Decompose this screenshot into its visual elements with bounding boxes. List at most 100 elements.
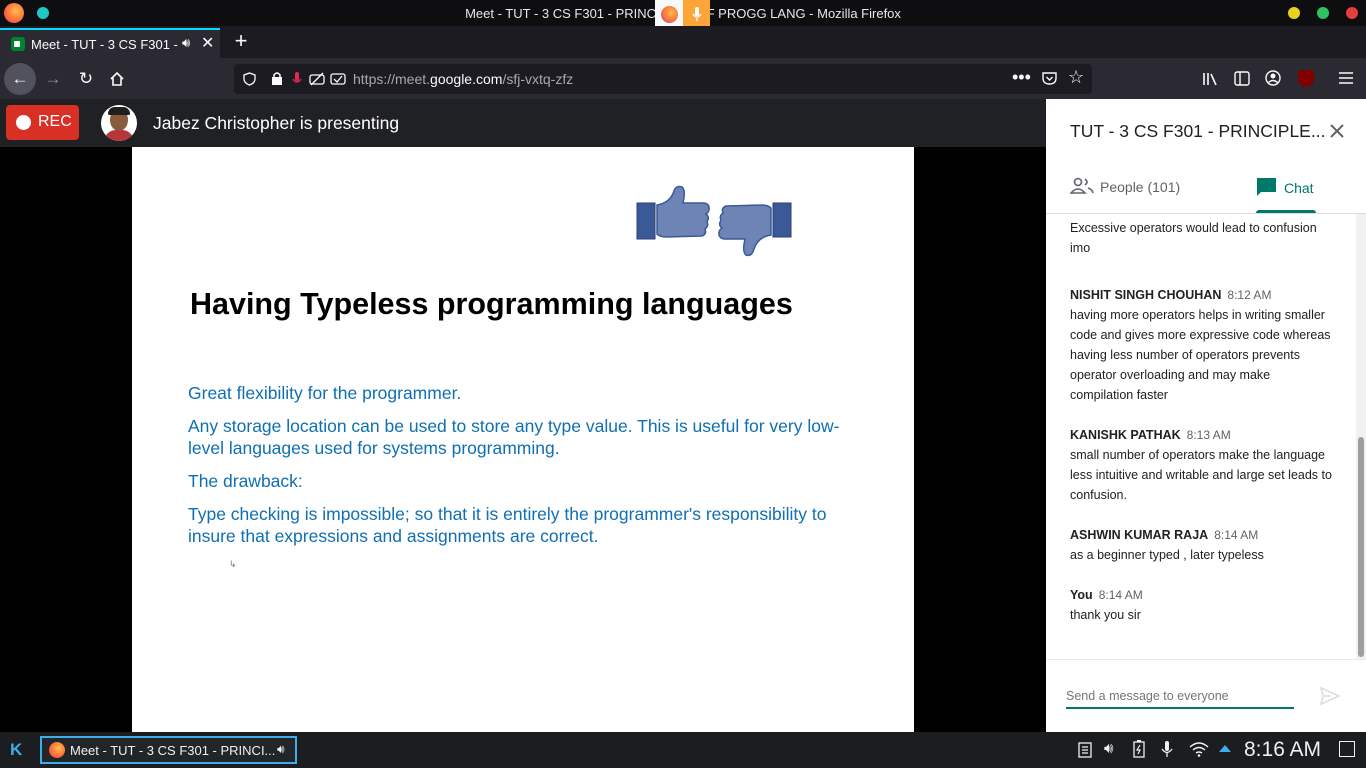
tab-chat-label: Chat (1284, 180, 1314, 196)
tray-expand-icon[interactable] (1219, 745, 1231, 752)
stage-left-margin (0, 147, 132, 732)
stage-right-margin (914, 147, 1046, 732)
task-label: Meet - TUT - 3 CS F301 - PRINCI... (70, 743, 276, 758)
lock-icon[interactable] (271, 71, 283, 86)
tab-people[interactable]: People (101) (1070, 177, 1180, 213)
close-panel-button[interactable] (1327, 121, 1347, 141)
message-sender: KANISHK PATHAK (1070, 428, 1181, 442)
mic-permission-icon[interactable] (291, 71, 303, 87)
reload-button[interactable]: ↻ (72, 65, 100, 93)
recording-badge[interactable]: REC (6, 105, 79, 140)
sidebar-icon[interactable] (1234, 71, 1250, 86)
arrow-left-icon: ← (11, 69, 29, 88)
microphone-tray-icon[interactable] (1161, 740, 1173, 758)
pocket-icon[interactable] (1042, 71, 1057, 86)
shield-icon[interactable] (243, 72, 256, 86)
home-button[interactable] (103, 65, 131, 93)
url-prefix: https://meet. (353, 71, 431, 87)
url-path: /sfj-vxtq-zfz (502, 71, 574, 87)
tab-title: Meet - TUT - 3 CS F301 - (31, 37, 178, 52)
chat-icon (1257, 178, 1276, 196)
nav-bar: ← → ↻ https://meet.google.com/sfj-vxtq-z… (0, 58, 1366, 99)
clock[interactable]: 8:16 AM (1244, 738, 1321, 762)
chat-message: You 8:14 AM thank you sir (1046, 585, 1356, 625)
message-text: having more operators helps in writing s… (1070, 308, 1331, 402)
minimize-button[interactable] (1288, 7, 1300, 19)
thumbs-up-icon (636, 185, 710, 240)
home-icon (110, 71, 124, 86)
send-button[interactable] (1319, 686, 1341, 706)
composer-divider (1046, 659, 1366, 660)
people-icon (1070, 177, 1094, 194)
menu-button[interactable] (1338, 70, 1354, 86)
camera-blocked-icon[interactable] (309, 72, 325, 86)
message-text: thank you sir (1070, 608, 1141, 622)
task-audio-icon: 🔊︎ (277, 742, 285, 756)
screen-share-icon[interactable] (330, 72, 346, 86)
address-bar[interactable]: https://meet.google.com/sfj-vxtq-zfz •••… (234, 64, 1092, 94)
back-button[interactable]: ← (4, 63, 36, 95)
wifi-icon[interactable] (1189, 741, 1209, 757)
message-input[interactable] (1066, 685, 1294, 709)
message-sender: NISHIT SINGH CHOUHAN (1070, 288, 1222, 302)
maximize-button[interactable] (1317, 7, 1329, 19)
slide-point: The drawback: (188, 471, 303, 491)
chat-scrollbar[interactable] (1356, 214, 1366, 659)
battery-icon[interactable] (1133, 740, 1145, 758)
tab-meet[interactable]: Meet - TUT - 3 CS F301 - 🔊︎ ✕ (0, 28, 220, 58)
close-tab-icon[interactable]: ✕ (201, 33, 214, 53)
slide-body: Great flexibility for the programmer. An… (188, 382, 868, 547)
chat-message: NISHIT SINGH CHOUHAN 8:12 AM having more … (1046, 285, 1356, 405)
library-icon[interactable] (1202, 71, 1218, 87)
microphone-share-icon (683, 0, 710, 28)
meet-favicon-icon (11, 37, 25, 51)
speaker-icon[interactable]: 🔊︎ (182, 35, 190, 51)
slide-title: Having Typeless programming languages (190, 287, 793, 321)
close-icon (1330, 124, 1344, 138)
firefox-share-icon (655, 0, 683, 28)
kde-launcher-icon[interactable]: K (10, 740, 22, 760)
presenter-avatar (101, 105, 137, 141)
message-time: 8:14 AM (1098, 588, 1143, 602)
slide-point: Any storage location can be used to stor… (188, 416, 840, 458)
record-dot-icon (16, 115, 31, 130)
chat-message: KANISHK PATHAK 8:13 AM small number of op… (1046, 425, 1356, 505)
chat-messages: Excessive operators would lead to confus… (1046, 214, 1356, 659)
slide-point: Great flexibility for the programmer. (188, 383, 462, 403)
show-desktop-button[interactable] (1339, 741, 1355, 757)
new-tab-button[interactable]: + (230, 30, 252, 52)
hamburger-menu-icon (1339, 72, 1353, 84)
slide-point: Type checking is impossible; so that it … (188, 504, 827, 546)
account-icon[interactable] (1265, 70, 1281, 86)
taskbar-task-firefox[interactable]: Meet - TUT - 3 CS F301 - PRINCI... 🔊︎ (40, 736, 297, 764)
bookmark-star-icon[interactable]: ☆ (1068, 67, 1084, 88)
reload-icon: ↻ (78, 69, 94, 88)
message-time: 8:12 AM (1227, 288, 1272, 302)
tab-chat[interactable]: Chat (1256, 177, 1316, 213)
scrollbar-thumb[interactable] (1358, 437, 1364, 657)
chat-message-list: NISHIT SINGH CHOUHAN 8:12 AM having more … (1046, 285, 1356, 645)
sharing-indicator[interactable] (655, 0, 710, 28)
chat-message-partial: Excessive operators would lead to confus… (1070, 221, 1317, 255)
tab-people-label: People (101) (1100, 179, 1181, 195)
tab-bar: Meet - TUT - 3 CS F301 - 🔊︎ ✕ + (0, 26, 1366, 58)
taskbar: K Meet - TUT - 3 CS F301 - PRINCI... 🔊︎ … (0, 732, 1366, 768)
thumbs-down-icon (718, 202, 792, 257)
message-text: as a beginner typed , later typeless (1070, 548, 1264, 562)
url-domain: google.com (430, 71, 503, 87)
presented-slide: Having Typeless programming languages Gr… (132, 147, 914, 732)
arrow-right-icon: → (44, 69, 62, 88)
forward-button[interactable]: → (39, 65, 67, 93)
presenting-status: Jabez Christopher is presenting (153, 113, 400, 133)
volume-icon[interactable]: 🔊︎ (1104, 740, 1113, 757)
chat-message: ASHWIN KUMAR RAJA 8:14 AM as a beginner t… (1046, 525, 1356, 565)
ublock-icon[interactable] (1298, 70, 1314, 87)
window-titlebar: Meet - TUT - 3 CS F301 - PRINCIPLES OF P… (0, 0, 1366, 28)
page-actions-icon[interactable]: ••• (1012, 67, 1031, 88)
clipboard-icon[interactable] (1078, 741, 1092, 758)
message-time: 8:14 AM (1214, 528, 1259, 542)
mouse-cursor-icon: ↳ (229, 559, 237, 569)
side-panel: TUT - 3 CS F301 - PRINCIPLE... People (1… (1046, 99, 1366, 732)
close-window-button[interactable] (1346, 7, 1358, 19)
url-text[interactable]: https://meet.google.com/sfj-vxtq-zfz (353, 71, 573, 87)
